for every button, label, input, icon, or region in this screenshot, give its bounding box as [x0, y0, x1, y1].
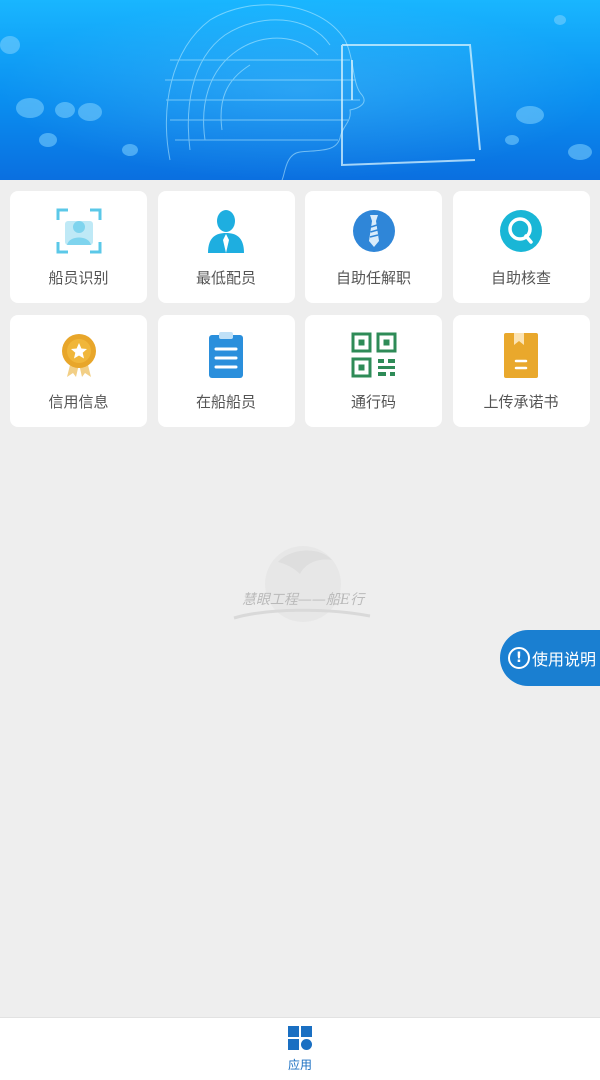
menu-item-self-service-appointment[interactable]: 自助任解职 — [305, 191, 442, 303]
menu-item-self-check[interactable]: 自助核查 — [452, 191, 590, 303]
menu-item-label: 自助任解职 — [335, 269, 411, 287]
watermark-text: 慧眼工程——船E行 — [242, 592, 366, 608]
menu-item-onboard-crew[interactable]: 在船船员 — [157, 315, 295, 427]
header-banner — [0, 0, 600, 180]
qr-code-icon — [350, 331, 398, 379]
tab-apps[interactable]: 应用 — [270, 1024, 330, 1076]
menu-item-min-crewing[interactable]: 最低配员 — [157, 191, 295, 303]
menu-item-label: 船员识别 — [48, 269, 109, 287]
clipboard-icon — [202, 331, 250, 379]
menu-item-pass-code[interactable]: 通行码 — [305, 315, 442, 427]
usage-instructions-button[interactable]: ! 使用说明 — [500, 630, 600, 686]
bottom-tab-bar: 应用 — [0, 1017, 600, 1080]
menu-item-crew-recognition[interactable]: 船员识别 — [10, 191, 147, 303]
menu-item-label: 信用信息 — [48, 393, 109, 411]
medal-icon — [55, 331, 103, 379]
info-icon: ! — [508, 647, 530, 669]
usage-instructions-label: 使用说明 — [532, 650, 597, 669]
menu-item-label: 上传承诺书 — [483, 393, 559, 411]
tab-apps-label: 应用 — [287, 1058, 312, 1072]
menu-item-upload-commitment[interactable]: 上传承诺书 — [452, 315, 590, 427]
menu-item-label: 在船船员 — [195, 393, 256, 411]
face-scan-icon — [55, 207, 103, 255]
menu-item-label: 自助核查 — [490, 269, 551, 287]
tie-icon — [350, 207, 398, 255]
apps-icon — [288, 1026, 312, 1050]
app-menu-grid: 船员识别 最低配员 自助任解职 自助核查 信用信息 在船船员 通行码 上传承诺书 — [10, 191, 590, 427]
search-circle-icon — [497, 207, 545, 255]
face-scan-illustration — [0, 0, 600, 180]
app-watermark-logo: 慧眼工程——船E行 — [228, 540, 378, 632]
menu-item-label: 通行码 — [350, 393, 396, 411]
person-icon — [202, 207, 250, 255]
menu-item-label: 最低配员 — [195, 269, 256, 287]
book-icon — [497, 331, 545, 379]
menu-item-credit-info[interactable]: 信用信息 — [10, 315, 147, 427]
